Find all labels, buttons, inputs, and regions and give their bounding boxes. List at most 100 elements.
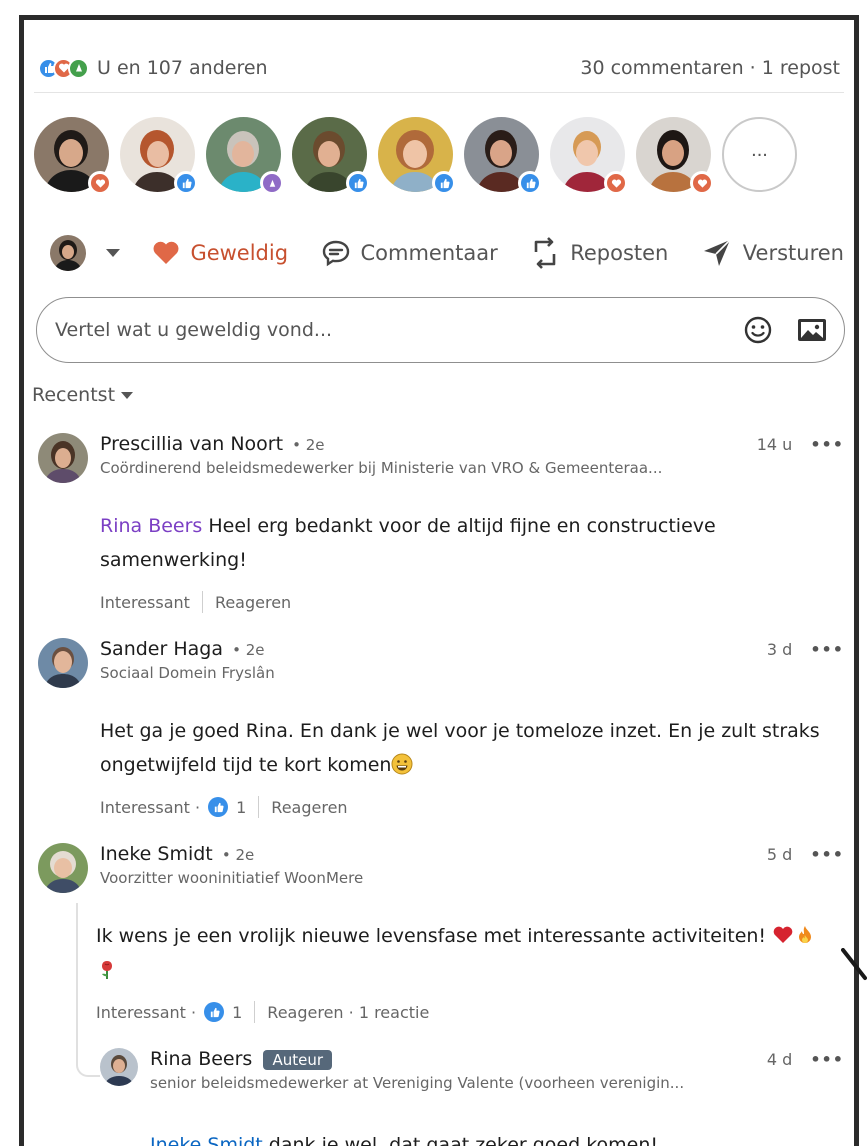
avatar[interactable] bbox=[38, 843, 88, 893]
comment: Ineke Smidt • 2e Voorzitter wooninitiati… bbox=[38, 843, 844, 1023]
comments-reposts-count[interactable]: 30 commentaren · 1 repost bbox=[580, 57, 840, 79]
geweldig-button[interactable]: Geweldig bbox=[152, 240, 288, 266]
mention-link[interactable]: Rina Beers bbox=[100, 515, 202, 537]
divider bbox=[254, 1001, 256, 1023]
connection-degree: • 2e bbox=[221, 846, 255, 864]
like-button[interactable]: Interessant · bbox=[100, 798, 200, 817]
sort-dropdown[interactable]: Recentst bbox=[32, 384, 134, 406]
reply-button[interactable]: Reageren bbox=[215, 593, 291, 612]
connection-degree: • 2e bbox=[292, 436, 325, 454]
comment-text-line: ongetwijfeld tijd te kort komen bbox=[100, 754, 392, 776]
connection-degree: • 2e bbox=[232, 641, 265, 659]
reactor-avatar[interactable] bbox=[464, 117, 542, 195]
rose-emoji-icon bbox=[102, 961, 112, 979]
reactions-label: U en 107 anderen bbox=[97, 57, 268, 79]
comment-actions: Interessant · 1 Reageren bbox=[100, 796, 348, 818]
versturen-label: Versturen bbox=[742, 241, 844, 265]
like-button[interactable]: Interessant · bbox=[96, 1003, 196, 1022]
reactor-avatar[interactable] bbox=[550, 117, 628, 195]
heart-icon bbox=[153, 241, 179, 264]
divider bbox=[34, 92, 844, 93]
comment-time: 5 d ••• bbox=[767, 845, 844, 864]
like-badge-icon bbox=[518, 171, 542, 195]
comment-input[interactable] bbox=[55, 319, 720, 341]
image-icon[interactable] bbox=[796, 314, 828, 346]
author-badge: Auteur bbox=[263, 1050, 332, 1070]
like-count[interactable]: 1 bbox=[232, 1003, 242, 1022]
timestamp: 3 d bbox=[766, 640, 793, 659]
love-badge-icon bbox=[88, 171, 112, 195]
timestamp: 4 d bbox=[766, 1050, 793, 1069]
commenter-name[interactable]: Sander Haga bbox=[100, 638, 223, 660]
commenter-headline: senior beleidsmedewerker at Vereniging V… bbox=[150, 1074, 685, 1092]
commenter-headline: Coördinerend beleidsmedewerker bij Minis… bbox=[100, 459, 663, 477]
comment-icon bbox=[322, 240, 349, 267]
more-reactors-button[interactable]: ... bbox=[722, 117, 797, 192]
like-count[interactable]: 1 bbox=[236, 798, 246, 817]
emoji-icon[interactable] bbox=[742, 314, 774, 346]
like-reaction-icon bbox=[204, 1002, 225, 1022]
comment: Sander Haga • 2e Sociaal Domein Fryslân … bbox=[38, 638, 844, 818]
avatar bbox=[50, 235, 86, 271]
divider bbox=[258, 796, 260, 818]
more-options-icon[interactable]: ••• bbox=[810, 435, 844, 454]
chevron-down-icon bbox=[106, 249, 120, 257]
comment-time: 14 u ••• bbox=[757, 435, 844, 454]
love-badge-icon bbox=[690, 171, 714, 195]
commenter-name[interactable]: Rina Beers bbox=[150, 1048, 252, 1070]
reactions-summary[interactable]: U en 107 anderen bbox=[38, 57, 268, 79]
reactor-avatar[interactable] bbox=[378, 117, 456, 195]
more-options-icon[interactable]: ••• bbox=[810, 640, 844, 659]
comment-text: Rina Beers Heel erg bedankt voor de alti… bbox=[100, 509, 844, 577]
like-badge-icon bbox=[346, 171, 370, 195]
comment-text-line: Heel erg bedankt voor de altijd fijne en… bbox=[202, 515, 716, 537]
post-panel: U en 107 anderen 30 commentaren · 1 repo… bbox=[19, 15, 859, 1146]
commenter-headline: Voorzitter wooninitiatief WoonMere bbox=[100, 869, 364, 887]
versturen-button[interactable]: Versturen bbox=[701, 237, 844, 269]
geweldig-label: Geweldig bbox=[190, 241, 289, 265]
reply-comment: Rina Beers Auteur senior beleidsmedewerk… bbox=[100, 1048, 844, 1146]
commenter-headline: Sociaal Domein Fryslân bbox=[100, 664, 275, 682]
more-options-icon[interactable]: ••• bbox=[810, 845, 844, 864]
reactor-avatars: ... bbox=[34, 117, 797, 195]
grinning-emoji-icon bbox=[391, 753, 413, 775]
reaction-switcher[interactable] bbox=[50, 235, 120, 271]
reactor-avatar[interactable] bbox=[120, 117, 198, 195]
commentaar-button[interactable]: Commentaar bbox=[321, 239, 498, 267]
reactor-avatar[interactable] bbox=[292, 117, 370, 195]
commenter-name[interactable]: Ineke Smidt bbox=[100, 843, 213, 865]
like-button[interactable]: Interessant bbox=[100, 593, 190, 612]
comment-text-line: dank je wel, dat gaat zeker goed komen! bbox=[262, 1134, 659, 1146]
avatar[interactable] bbox=[38, 638, 88, 688]
fire-emoji-icon bbox=[799, 926, 812, 943]
more-options-icon[interactable]: ••• bbox=[810, 1050, 844, 1069]
reposten-button[interactable]: Reposten bbox=[530, 236, 668, 270]
comment-input-box bbox=[36, 297, 845, 363]
timestamp: 5 d bbox=[766, 845, 793, 864]
comment-header: Prescillia van Noort • 2e Coördinerend b… bbox=[100, 433, 844, 477]
pen-stroke-mark bbox=[841, 948, 867, 980]
comment: Prescillia van Noort • 2e Coördinerend b… bbox=[38, 433, 844, 613]
avatar[interactable] bbox=[38, 433, 88, 483]
celebrate-reaction-icon bbox=[68, 57, 89, 79]
like-badge-icon bbox=[432, 171, 456, 195]
reply-button[interactable]: Reageren bbox=[271, 798, 347, 817]
like-badge-icon bbox=[174, 171, 198, 195]
comment-actions: Interessant Reageren bbox=[100, 591, 291, 613]
thread-line bbox=[76, 903, 78, 1063]
avatar[interactable] bbox=[100, 1048, 138, 1086]
reactor-avatar[interactable] bbox=[34, 117, 112, 195]
comment-text: Ik wens je een vrolijk nieuwe levensfase… bbox=[96, 919, 844, 987]
reactor-avatar[interactable] bbox=[206, 117, 284, 195]
heart-emoji-icon bbox=[773, 926, 793, 943]
reactor-avatar[interactable] bbox=[636, 117, 714, 195]
love-badge-icon bbox=[604, 171, 628, 195]
comment-text: Het ga je goed Rina. En dank je wel voor… bbox=[100, 714, 844, 782]
comment-text-line: Het ga je goed Rina. En dank je wel voor… bbox=[100, 720, 820, 742]
reply-button[interactable]: Reageren · 1 reactie bbox=[267, 1003, 429, 1022]
commenter-name[interactable]: Prescillia van Noort bbox=[100, 433, 283, 455]
mention-link[interactable]: Ineke Smidt bbox=[150, 1134, 263, 1146]
timestamp: 14 u bbox=[756, 435, 793, 454]
comment-text-line: samenwerking! bbox=[100, 549, 247, 571]
reposten-label: Reposten bbox=[570, 241, 669, 265]
